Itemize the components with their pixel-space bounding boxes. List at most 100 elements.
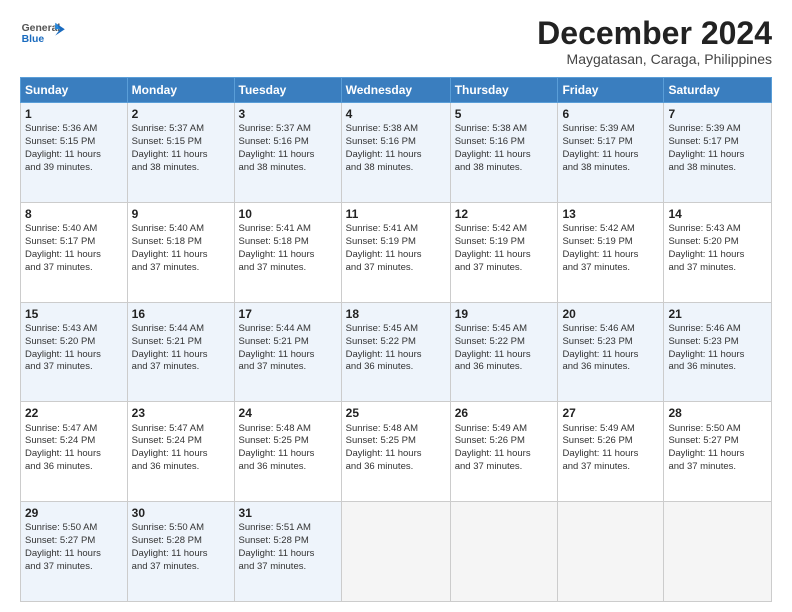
day-info: Sunrise: 5:40 AM Sunset: 5:18 PM Dayligh… (132, 223, 208, 272)
day-number: 11 (346, 206, 446, 222)
header: General Blue December 2024 Maygatasan, C… (20, 16, 772, 67)
calendar-cell: 3Sunrise: 5:37 AM Sunset: 5:16 PM Daylig… (234, 103, 341, 203)
day-number: 15 (25, 306, 123, 322)
day-info: Sunrise: 5:39 AM Sunset: 5:17 PM Dayligh… (562, 123, 638, 172)
day-number: 20 (562, 306, 659, 322)
day-number: 17 (239, 306, 337, 322)
day-info: Sunrise: 5:42 AM Sunset: 5:19 PM Dayligh… (455, 223, 531, 272)
day-number: 14 (668, 206, 767, 222)
day-number: 23 (132, 405, 230, 421)
day-number: 24 (239, 405, 337, 421)
day-info: Sunrise: 5:46 AM Sunset: 5:23 PM Dayligh… (668, 323, 744, 372)
location: Maygatasan, Caraga, Philippines (537, 51, 772, 67)
calendar-cell: 6Sunrise: 5:39 AM Sunset: 5:17 PM Daylig… (558, 103, 664, 203)
day-info: Sunrise: 5:46 AM Sunset: 5:23 PM Dayligh… (562, 323, 638, 372)
calendar-cell: 5Sunrise: 5:38 AM Sunset: 5:16 PM Daylig… (450, 103, 558, 203)
calendar-cell: 15Sunrise: 5:43 AM Sunset: 5:20 PM Dayli… (21, 302, 128, 402)
calendar-cell: 31Sunrise: 5:51 AM Sunset: 5:28 PM Dayli… (234, 502, 341, 602)
day-info: Sunrise: 5:48 AM Sunset: 5:25 PM Dayligh… (239, 423, 315, 472)
calendar-row-3: 15Sunrise: 5:43 AM Sunset: 5:20 PM Dayli… (21, 302, 772, 402)
day-number: 5 (455, 106, 554, 122)
column-header-wednesday: Wednesday (341, 78, 450, 103)
day-info: Sunrise: 5:45 AM Sunset: 5:22 PM Dayligh… (455, 323, 531, 372)
day-info: Sunrise: 5:51 AM Sunset: 5:28 PM Dayligh… (239, 522, 315, 571)
day-number: 10 (239, 206, 337, 222)
day-info: Sunrise: 5:43 AM Sunset: 5:20 PM Dayligh… (25, 323, 101, 372)
day-number: 12 (455, 206, 554, 222)
day-number: 19 (455, 306, 554, 322)
day-info: Sunrise: 5:47 AM Sunset: 5:24 PM Dayligh… (132, 423, 208, 472)
day-number: 27 (562, 405, 659, 421)
day-info: Sunrise: 5:44 AM Sunset: 5:21 PM Dayligh… (239, 323, 315, 372)
calendar-cell: 28Sunrise: 5:50 AM Sunset: 5:27 PM Dayli… (664, 402, 772, 502)
calendar-cell: 29Sunrise: 5:50 AM Sunset: 5:27 PM Dayli… (21, 502, 128, 602)
calendar-cell: 13Sunrise: 5:42 AM Sunset: 5:19 PM Dayli… (558, 202, 664, 302)
day-info: Sunrise: 5:43 AM Sunset: 5:20 PM Dayligh… (668, 223, 744, 272)
column-header-tuesday: Tuesday (234, 78, 341, 103)
day-number: 18 (346, 306, 446, 322)
svg-text:Blue: Blue (22, 34, 45, 45)
day-number: 2 (132, 106, 230, 122)
calendar-table: SundayMondayTuesdayWednesdayThursdayFrid… (20, 77, 772, 602)
calendar-cell: 21Sunrise: 5:46 AM Sunset: 5:23 PM Dayli… (664, 302, 772, 402)
calendar-cell: 17Sunrise: 5:44 AM Sunset: 5:21 PM Dayli… (234, 302, 341, 402)
day-info: Sunrise: 5:48 AM Sunset: 5:25 PM Dayligh… (346, 423, 422, 472)
calendar-row-2: 8Sunrise: 5:40 AM Sunset: 5:17 PM Daylig… (21, 202, 772, 302)
day-info: Sunrise: 5:47 AM Sunset: 5:24 PM Dayligh… (25, 423, 101, 472)
calendar-cell: 23 Sunrise: 5:47 AM Sunset: 5:24 PM Dayli… (127, 402, 234, 502)
calendar-cell: 7Sunrise: 5:39 AM Sunset: 5:17 PM Daylig… (664, 103, 772, 203)
svg-text:General: General (22, 23, 61, 34)
calendar-cell: 12Sunrise: 5:42 AM Sunset: 5:19 PM Dayli… (450, 202, 558, 302)
day-number: 3 (239, 106, 337, 122)
day-info: Sunrise: 5:39 AM Sunset: 5:17 PM Dayligh… (668, 123, 744, 172)
day-info: Sunrise: 5:38 AM Sunset: 5:16 PM Dayligh… (455, 123, 531, 172)
day-number: 26 (455, 405, 554, 421)
day-info: Sunrise: 5:38 AM Sunset: 5:16 PM Dayligh… (346, 123, 422, 172)
day-info: Sunrise: 5:49 AM Sunset: 5:26 PM Dayligh… (562, 423, 638, 472)
day-info: Sunrise: 5:50 AM Sunset: 5:27 PM Dayligh… (668, 423, 744, 472)
calendar-cell: 9Sunrise: 5:40 AM Sunset: 5:18 PM Daylig… (127, 202, 234, 302)
day-info: Sunrise: 5:41 AM Sunset: 5:19 PM Dayligh… (346, 223, 422, 272)
day-number: 25 (346, 405, 446, 421)
day-number: 16 (132, 306, 230, 322)
calendar-cell: 14Sunrise: 5:43 AM Sunset: 5:20 PM Dayli… (664, 202, 772, 302)
calendar-row-1: 1Sunrise: 5:36 AM Sunset: 5:15 PM Daylig… (21, 103, 772, 203)
calendar-cell (558, 502, 664, 602)
day-number: 4 (346, 106, 446, 122)
day-number: 21 (668, 306, 767, 322)
column-header-thursday: Thursday (450, 78, 558, 103)
day-number: 13 (562, 206, 659, 222)
day-info: Sunrise: 5:50 AM Sunset: 5:27 PM Dayligh… (25, 522, 101, 571)
calendar-cell: 25 Sunrise: 5:48 AM Sunset: 5:25 PM Dayli… (341, 402, 450, 502)
calendar-cell (450, 502, 558, 602)
calendar-cell: 18Sunrise: 5:45 AM Sunset: 5:22 PM Dayli… (341, 302, 450, 402)
calendar-cell: 4Sunrise: 5:38 AM Sunset: 5:16 PM Daylig… (341, 103, 450, 203)
calendar-cell: 2Sunrise: 5:37 AM Sunset: 5:15 PM Daylig… (127, 103, 234, 203)
day-info: Sunrise: 5:40 AM Sunset: 5:17 PM Dayligh… (25, 223, 101, 272)
day-number: 6 (562, 106, 659, 122)
day-info: Sunrise: 5:50 AM Sunset: 5:28 PM Dayligh… (132, 522, 208, 571)
day-info: Sunrise: 5:41 AM Sunset: 5:18 PM Dayligh… (239, 223, 315, 272)
calendar-header-row: SundayMondayTuesdayWednesdayThursdayFrid… (21, 78, 772, 103)
day-info: Sunrise: 5:42 AM Sunset: 5:19 PM Dayligh… (562, 223, 638, 272)
day-number: 31 (239, 505, 337, 521)
day-info: Sunrise: 5:37 AM Sunset: 5:16 PM Dayligh… (239, 123, 315, 172)
calendar-cell: 20Sunrise: 5:46 AM Sunset: 5:23 PM Dayli… (558, 302, 664, 402)
day-info: Sunrise: 5:44 AM Sunset: 5:21 PM Dayligh… (132, 323, 208, 372)
calendar-cell: 8Sunrise: 5:40 AM Sunset: 5:17 PM Daylig… (21, 202, 128, 302)
column-header-friday: Friday (558, 78, 664, 103)
title-block: December 2024 Maygatasan, Caraga, Philip… (537, 16, 772, 67)
day-number: 8 (25, 206, 123, 222)
calendar-cell: 16Sunrise: 5:44 AM Sunset: 5:21 PM Dayli… (127, 302, 234, 402)
calendar-cell (664, 502, 772, 602)
calendar-cell: 10Sunrise: 5:41 AM Sunset: 5:18 PM Dayli… (234, 202, 341, 302)
calendar-cell: 26Sunrise: 5:49 AM Sunset: 5:26 PM Dayli… (450, 402, 558, 502)
calendar-cell: 27 Sunrise: 5:49 AM Sunset: 5:26 PM Dayli… (558, 402, 664, 502)
calendar-cell: 24 Sunrise: 5:48 AM Sunset: 5:25 PM Dayli… (234, 402, 341, 502)
day-number: 30 (132, 505, 230, 521)
logo: General Blue (20, 16, 68, 52)
calendar-cell: 19Sunrise: 5:45 AM Sunset: 5:22 PM Dayli… (450, 302, 558, 402)
calendar-row-4: 22Sunrise: 5:47 AM Sunset: 5:24 PM Dayli… (21, 402, 772, 502)
day-info: Sunrise: 5:37 AM Sunset: 5:15 PM Dayligh… (132, 123, 208, 172)
column-header-saturday: Saturday (664, 78, 772, 103)
